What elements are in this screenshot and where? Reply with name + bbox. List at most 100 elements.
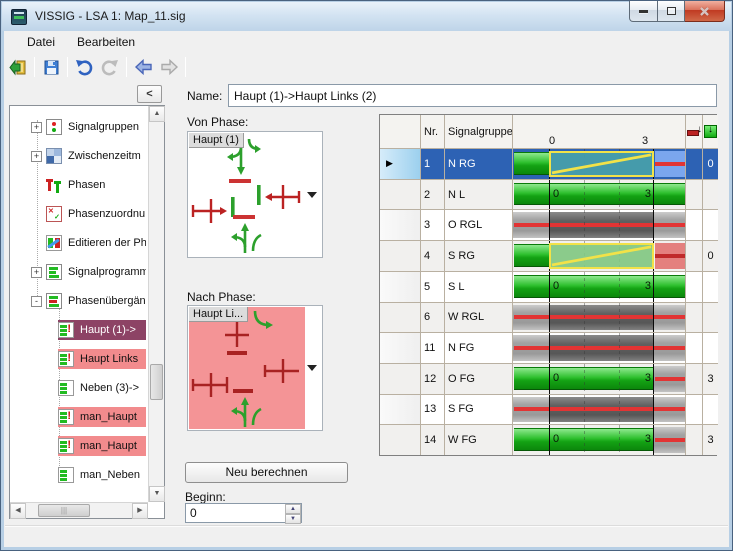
scroll-up-icon[interactable]: ▲ [149, 106, 165, 122]
row-selector-cell[interactable] [380, 180, 420, 210]
row-selector-cell[interactable] [380, 241, 420, 271]
row-selector-cell[interactable] [380, 425, 420, 455]
timeline-gridline [653, 210, 654, 240]
tree-item[interactable]: Phasenzuordnu [31, 204, 146, 224]
cell-signalgruppe: N FG [444, 333, 512, 363]
minimize-button[interactable] [629, 1, 658, 22]
timeline-cell[interactable]: 03 [512, 364, 685, 394]
chevron-down-icon[interactable] [307, 365, 317, 371]
header-signalgruppe[interactable]: Signalgruppe [444, 115, 512, 148]
tree-hscroll-thumb[interactable]: ||| [38, 504, 90, 517]
menu-bar: Datei Bearbeiten [5, 32, 728, 52]
scroll-right-icon[interactable]: ▶ [132, 503, 148, 519]
row-selector-cell[interactable]: ▶ [380, 149, 420, 179]
table-row[interactable]: 3O RGL [380, 209, 718, 240]
recalculate-button[interactable]: Neu berechnen [185, 462, 348, 483]
tree-horizontal-scrollbar[interactable]: ◀ ||| ▶ [10, 502, 148, 518]
von-phase-dropdown[interactable]: Haupt (1) [187, 131, 323, 258]
scroll-left-icon[interactable]: ◀ [10, 503, 26, 519]
table-row[interactable]: 2N L03 [380, 179, 718, 210]
cell-signalgruppe: O FG [444, 364, 512, 394]
tree-item-label: Signalprogramm [66, 264, 146, 280]
collapse-icon[interactable]: - [31, 296, 42, 307]
table-row[interactable]: 12O FG033 [380, 363, 718, 394]
row-selector-cell[interactable] [380, 272, 420, 302]
begin-input[interactable]: 0 ▲ ▼ [185, 503, 302, 523]
tree-item[interactable]: Editieren der Ph [31, 233, 146, 253]
timeline-cell[interactable] [512, 395, 685, 425]
timeline-cell[interactable] [512, 149, 685, 179]
table-row[interactable]: ▶1N RG0 [380, 148, 718, 179]
tree-item-label: Editieren der Ph [66, 235, 146, 251]
menu-datei[interactable]: Datei [23, 33, 59, 51]
row-selector-cell[interactable] [380, 333, 420, 363]
nach-phase-dropdown[interactable]: Haupt Li... [187, 305, 323, 431]
tree-item[interactable]: Haupt Links [58, 349, 146, 369]
tree-item[interactable]: +Signalgruppen [31, 117, 146, 137]
timeline-cell[interactable] [512, 241, 685, 271]
header-nr[interactable]: Nr. [420, 115, 444, 148]
table-row[interactable]: 13S FG [380, 394, 718, 425]
row-selector-cell[interactable] [380, 303, 420, 333]
expand-icon[interactable]: + [31, 151, 42, 162]
menu-bearbeiten[interactable]: Bearbeiten [73, 33, 139, 51]
back-icon[interactable] [130, 55, 156, 79]
exit-icon[interactable] [5, 55, 31, 79]
timeline-dash-gridline [619, 180, 620, 210]
tree-item[interactable]: +Zwischenzeitm [31, 146, 146, 166]
table-row[interactable]: 6W RGL [380, 302, 718, 333]
current-row-arrow-icon: ▶ [386, 158, 393, 169]
tree-vertical-scrollbar[interactable]: ▲ ▼ [148, 106, 164, 502]
tree-vscroll-thumb[interactable] [150, 364, 163, 400]
cell-signalgruppe: W RGL [444, 303, 512, 333]
restore-button[interactable] [658, 1, 685, 22]
transition-selection-box[interactable] [549, 243, 654, 269]
cell-red-duration [685, 425, 702, 455]
table-row[interactable]: 11N FG [380, 332, 718, 363]
tree-item[interactable]: -Phasenübergän [31, 291, 146, 311]
timeline-cell[interactable] [512, 303, 685, 333]
tree-item[interactable]: Haupt (1)-> [58, 320, 146, 340]
timeline-gridline [653, 272, 654, 302]
tree-item[interactable]: + Signalprogramm [31, 262, 146, 282]
collapse-panel-button[interactable]: < [137, 85, 162, 103]
table-row[interactable]: 14W FG033 [380, 424, 718, 455]
expand-icon[interactable]: + [31, 122, 42, 133]
cell-green-duration [702, 333, 718, 363]
toolbar-separator [185, 57, 186, 77]
row-selector-cell[interactable] [380, 210, 420, 240]
row-selector-cell[interactable] [380, 395, 420, 425]
trans-warn-icon [58, 351, 74, 367]
spin-up-icon[interactable]: ▲ [285, 504, 301, 514]
close-button[interactable] [685, 1, 725, 22]
tree-item[interactable]: Phasen [31, 175, 146, 195]
transition-selection-box[interactable] [549, 151, 654, 177]
redo-icon[interactable] [97, 55, 123, 79]
timeline-cell[interactable]: 03 [512, 272, 685, 302]
table-row[interactable]: 5S L03 [380, 271, 718, 302]
tree-item[interactable]: Neben (3)-> [58, 378, 146, 398]
title-bar[interactable]: VISSIG - LSA 1: Map_11.sig [2, 2, 731, 31]
cell-nr: 5 [420, 272, 444, 302]
chevron-down-icon[interactable] [307, 192, 317, 198]
timeline-cell[interactable]: 03 [512, 425, 685, 455]
forward-icon[interactable] [156, 55, 182, 79]
bar-time-label: 0 [553, 372, 559, 384]
tree-item[interactable]: man_Haupt [58, 436, 146, 456]
table-row[interactable]: 4S RG0 [380, 240, 718, 271]
scroll-down-icon[interactable]: ▼ [149, 486, 165, 502]
red-signal-line [655, 162, 685, 166]
cell-red-duration [685, 180, 702, 210]
expand-icon[interactable]: + [31, 267, 42, 278]
tree-item[interactable]: man_Neben [58, 465, 146, 485]
undo-icon[interactable] [71, 55, 97, 79]
spin-down-icon[interactable]: ▼ [285, 514, 301, 524]
timeline-cell[interactable] [512, 333, 685, 363]
timeline-gridline [653, 180, 654, 210]
name-input[interactable] [228, 84, 717, 107]
timeline-cell[interactable] [512, 210, 685, 240]
timeline-cell[interactable]: 03 [512, 180, 685, 210]
save-icon[interactable] [38, 55, 64, 79]
tree-item[interactable]: man_Haupt [58, 407, 146, 427]
row-selector-cell[interactable] [380, 364, 420, 394]
